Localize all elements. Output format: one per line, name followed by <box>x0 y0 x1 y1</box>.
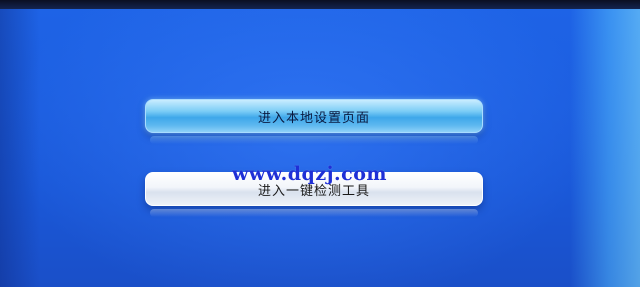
screen-edge-shade <box>0 9 40 287</box>
tv-screen <box>0 9 640 287</box>
tv-bezel-top <box>0 0 640 9</box>
local-settings-button[interactable]: 进入本地设置页面 <box>145 99 483 133</box>
button-reflection <box>150 209 478 217</box>
local-settings-button-label: 进入本地设置页面 <box>257 110 370 126</box>
one-click-diagnostic-button-label: 进入一键检测工具 <box>257 183 370 199</box>
button-reflection <box>150 136 478 144</box>
one-click-diagnostic-button[interactable]: 进入一键检测工具 <box>145 172 483 206</box>
screen-glare <box>570 9 640 287</box>
